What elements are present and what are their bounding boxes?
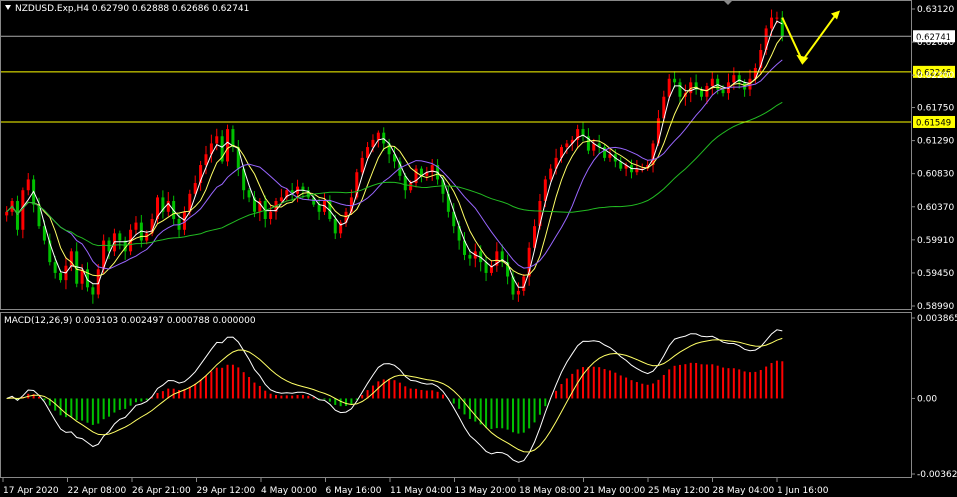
time-tick-label: 29 Apr 12:00 bbox=[197, 486, 256, 496]
price-tick-label: 0.61290 bbox=[917, 137, 954, 147]
candle-body bbox=[118, 233, 122, 241]
candle-body bbox=[770, 17, 774, 29]
candle-body bbox=[333, 218, 337, 234]
level-price-label: 0.61549 bbox=[916, 118, 951, 128]
candle-body bbox=[565, 143, 569, 148]
price-tick-label: 0.60830 bbox=[917, 170, 954, 180]
candle-body bbox=[376, 132, 380, 140]
candle-body bbox=[382, 132, 386, 144]
price-tick-label: 0.62200 bbox=[917, 71, 954, 81]
macd-tick-label: -0.003629 bbox=[917, 470, 957, 480]
candle-body bbox=[608, 154, 612, 158]
time-tick-label: 28 May 04:00 bbox=[713, 486, 775, 496]
macd-tick-label: 0.003865 bbox=[917, 314, 957, 324]
time-tick-label: 21 May 00:00 bbox=[584, 486, 646, 496]
candle-body bbox=[91, 287, 95, 295]
symbol-header: NZDUSD.Exp,H4 0.62790 0.62888 0.62686 0.… bbox=[15, 4, 249, 14]
time-tick-label: 25 May 12:00 bbox=[648, 486, 710, 496]
candle-body bbox=[53, 262, 57, 273]
candle-body bbox=[360, 157, 364, 173]
macd-header: MACD(12,26,9) 0.003103 0.002497 0.000788… bbox=[4, 316, 256, 326]
price-tick-label: 0.59910 bbox=[917, 236, 954, 246]
price-tick-label: 0.58990 bbox=[917, 302, 954, 312]
candle-body bbox=[317, 204, 321, 212]
macd-tick-label: 0.00 bbox=[917, 394, 937, 404]
price-tick-label: 0.62660 bbox=[917, 38, 954, 48]
price-tick-label: 0.60370 bbox=[917, 203, 954, 213]
time-tick-label: 1 Jun 16:00 bbox=[777, 486, 829, 496]
price-tick-label: 0.59450 bbox=[917, 269, 954, 279]
candle-body bbox=[204, 154, 208, 166]
trading-chart: 0.622460.615490.627410.631200.626600.622… bbox=[0, 0, 957, 496]
candle-body bbox=[215, 136, 219, 144]
candle-body bbox=[226, 129, 230, 162]
candle-body bbox=[247, 190, 251, 198]
time-tick-label: 6 May 16:00 bbox=[326, 486, 382, 496]
time-tick-label: 17 Apr 2020 bbox=[3, 486, 59, 496]
candle-body bbox=[673, 78, 677, 83]
candle-body bbox=[409, 183, 413, 191]
time-tick-label: 4 May 00:00 bbox=[261, 486, 317, 496]
candle-body bbox=[721, 89, 725, 94]
time-tick-label: 18 May 08:00 bbox=[519, 486, 581, 496]
candle-body bbox=[134, 222, 138, 230]
candle-body bbox=[231, 129, 235, 148]
candle-body bbox=[737, 75, 741, 83]
candle-body bbox=[26, 179, 30, 191]
candle-body bbox=[468, 254, 472, 259]
candle-body bbox=[301, 186, 305, 191]
candle-body bbox=[279, 197, 283, 202]
candle-body bbox=[549, 168, 553, 180]
price-tick-label: 0.61750 bbox=[917, 104, 954, 114]
candle-body bbox=[710, 78, 714, 86]
candle-body bbox=[59, 272, 63, 281]
candle-body bbox=[166, 201, 170, 212]
macd-pane-frame bbox=[0, 312, 912, 478]
candle-body bbox=[516, 290, 520, 295]
candle-body bbox=[145, 233, 149, 241]
candle-body bbox=[678, 82, 682, 97]
time-tick-label: 13 May 20:00 bbox=[455, 486, 517, 496]
candle-body bbox=[667, 78, 671, 97]
candle-body bbox=[269, 211, 273, 219]
time-tick-label: 26 Apr 21:00 bbox=[132, 486, 191, 496]
candle-body bbox=[484, 262, 488, 273]
time-tick-label: 11 May 04:00 bbox=[390, 486, 452, 496]
candle-body bbox=[732, 75, 736, 83]
price-tick-label: 0.63120 bbox=[917, 5, 954, 15]
candle-body bbox=[705, 85, 709, 97]
candle-body bbox=[5, 211, 9, 216]
candle-body bbox=[15, 201, 19, 230]
candle-body bbox=[775, 17, 779, 19]
time-tick-label: 22 Apr 08:00 bbox=[68, 486, 127, 496]
